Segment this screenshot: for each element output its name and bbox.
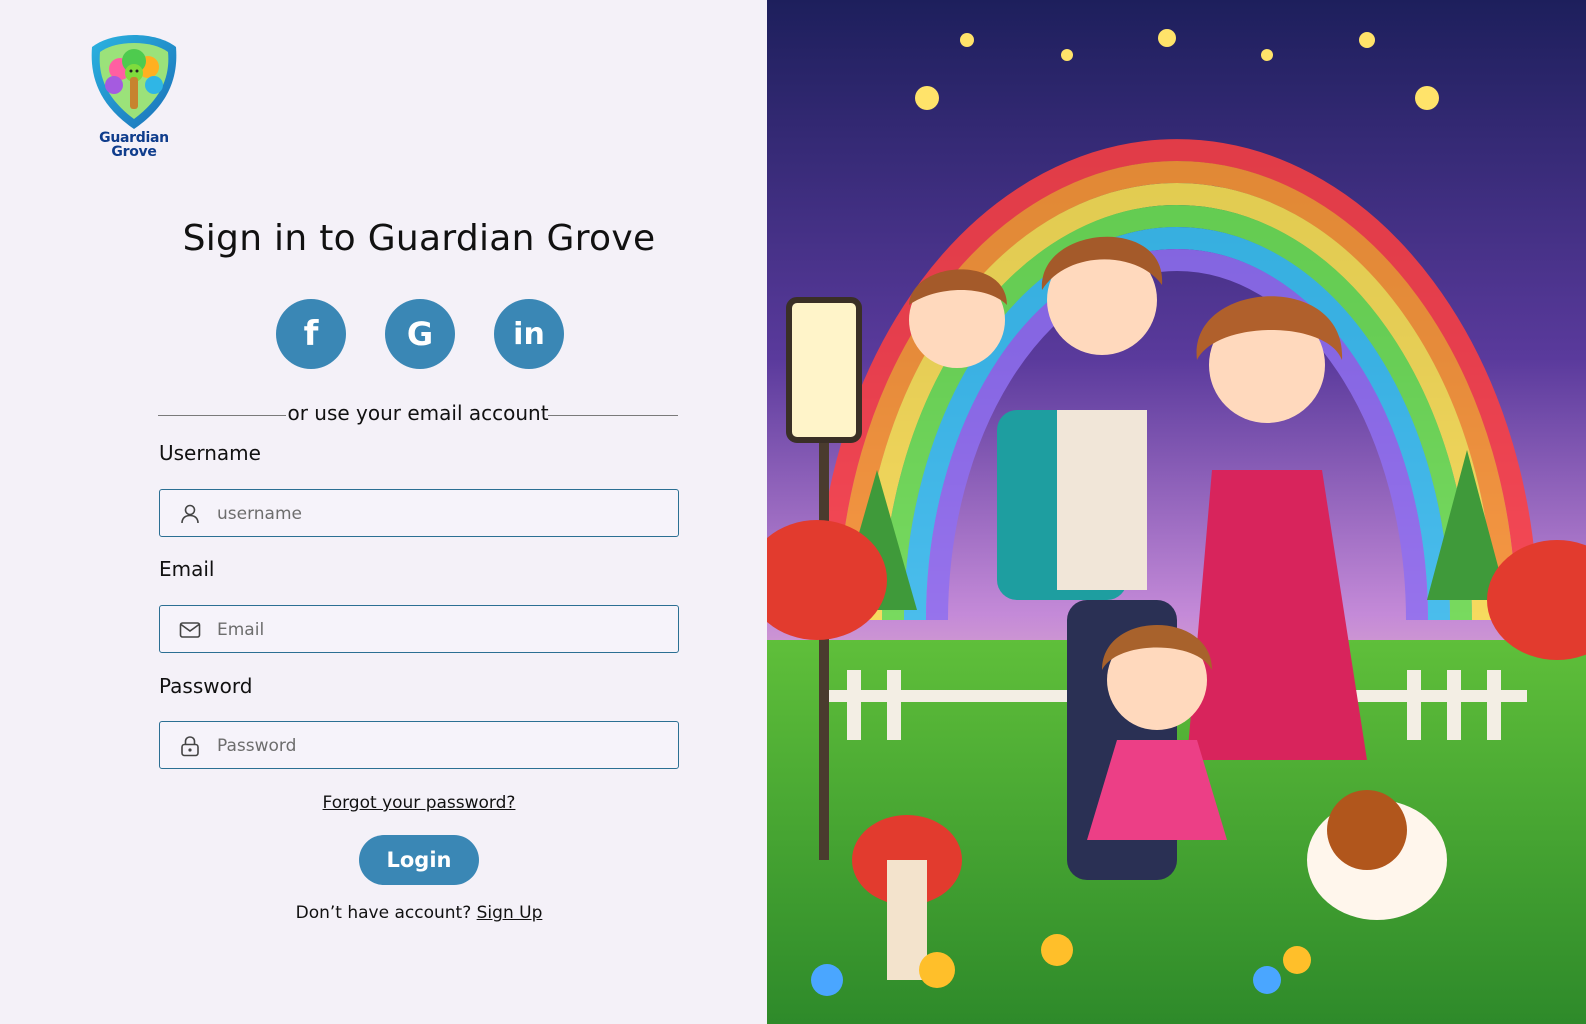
google-icon: G <box>406 315 434 353</box>
logo-text: Guardian Grove <box>86 131 182 159</box>
username-input[interactable] <box>215 490 669 538</box>
lock-icon <box>181 736 199 757</box>
password-input[interactable] <box>215 722 669 770</box>
forgot-password-link[interactable]: Forgot your password? <box>323 793 516 813</box>
username-label: Username <box>159 441 261 465</box>
family-illustration <box>767 0 1586 1024</box>
divider-text: or use your email account <box>287 401 549 425</box>
forgot-password-row: Forgot your password? <box>0 793 838 813</box>
facebook-login-button[interactable]: f <box>276 299 346 369</box>
username-field[interactable] <box>159 489 679 538</box>
password-field[interactable] <box>159 721 679 770</box>
guardian-grove-logo: Guardian Grove <box>86 33 182 163</box>
password-label: Password <box>159 674 253 698</box>
email-field[interactable] <box>159 605 679 654</box>
facebook-icon: f <box>303 314 319 354</box>
signup-link[interactable]: Sign Up <box>477 903 543 923</box>
hero-illustration-image <box>767 0 1586 1024</box>
divider-line-right <box>548 415 678 416</box>
email-label: Email <box>159 557 215 581</box>
signup-row: Don’t have account? Sign Up <box>0 903 838 923</box>
google-login-button[interactable]: G <box>385 299 455 369</box>
user-icon <box>181 504 199 524</box>
mail-icon <box>179 622 201 638</box>
or-divider: or use your email account <box>158 401 678 429</box>
logo-line-1: Guardian <box>99 130 169 146</box>
login-button[interactable]: Login <box>359 835 479 885</box>
page-title: Sign in to Guardian Grove <box>182 218 656 259</box>
email-input[interactable] <box>215 606 669 654</box>
linkedin-icon: in <box>513 316 545 352</box>
signup-prompt: Don’t have account? <box>295 903 472 923</box>
shield-tree-icon <box>91 35 177 129</box>
logo-line-2: Grove <box>111 144 157 160</box>
linkedin-login-button[interactable]: in <box>494 299 564 369</box>
login-panel: Guardian Grove Sign in to Guardian Grove… <box>0 0 767 1024</box>
